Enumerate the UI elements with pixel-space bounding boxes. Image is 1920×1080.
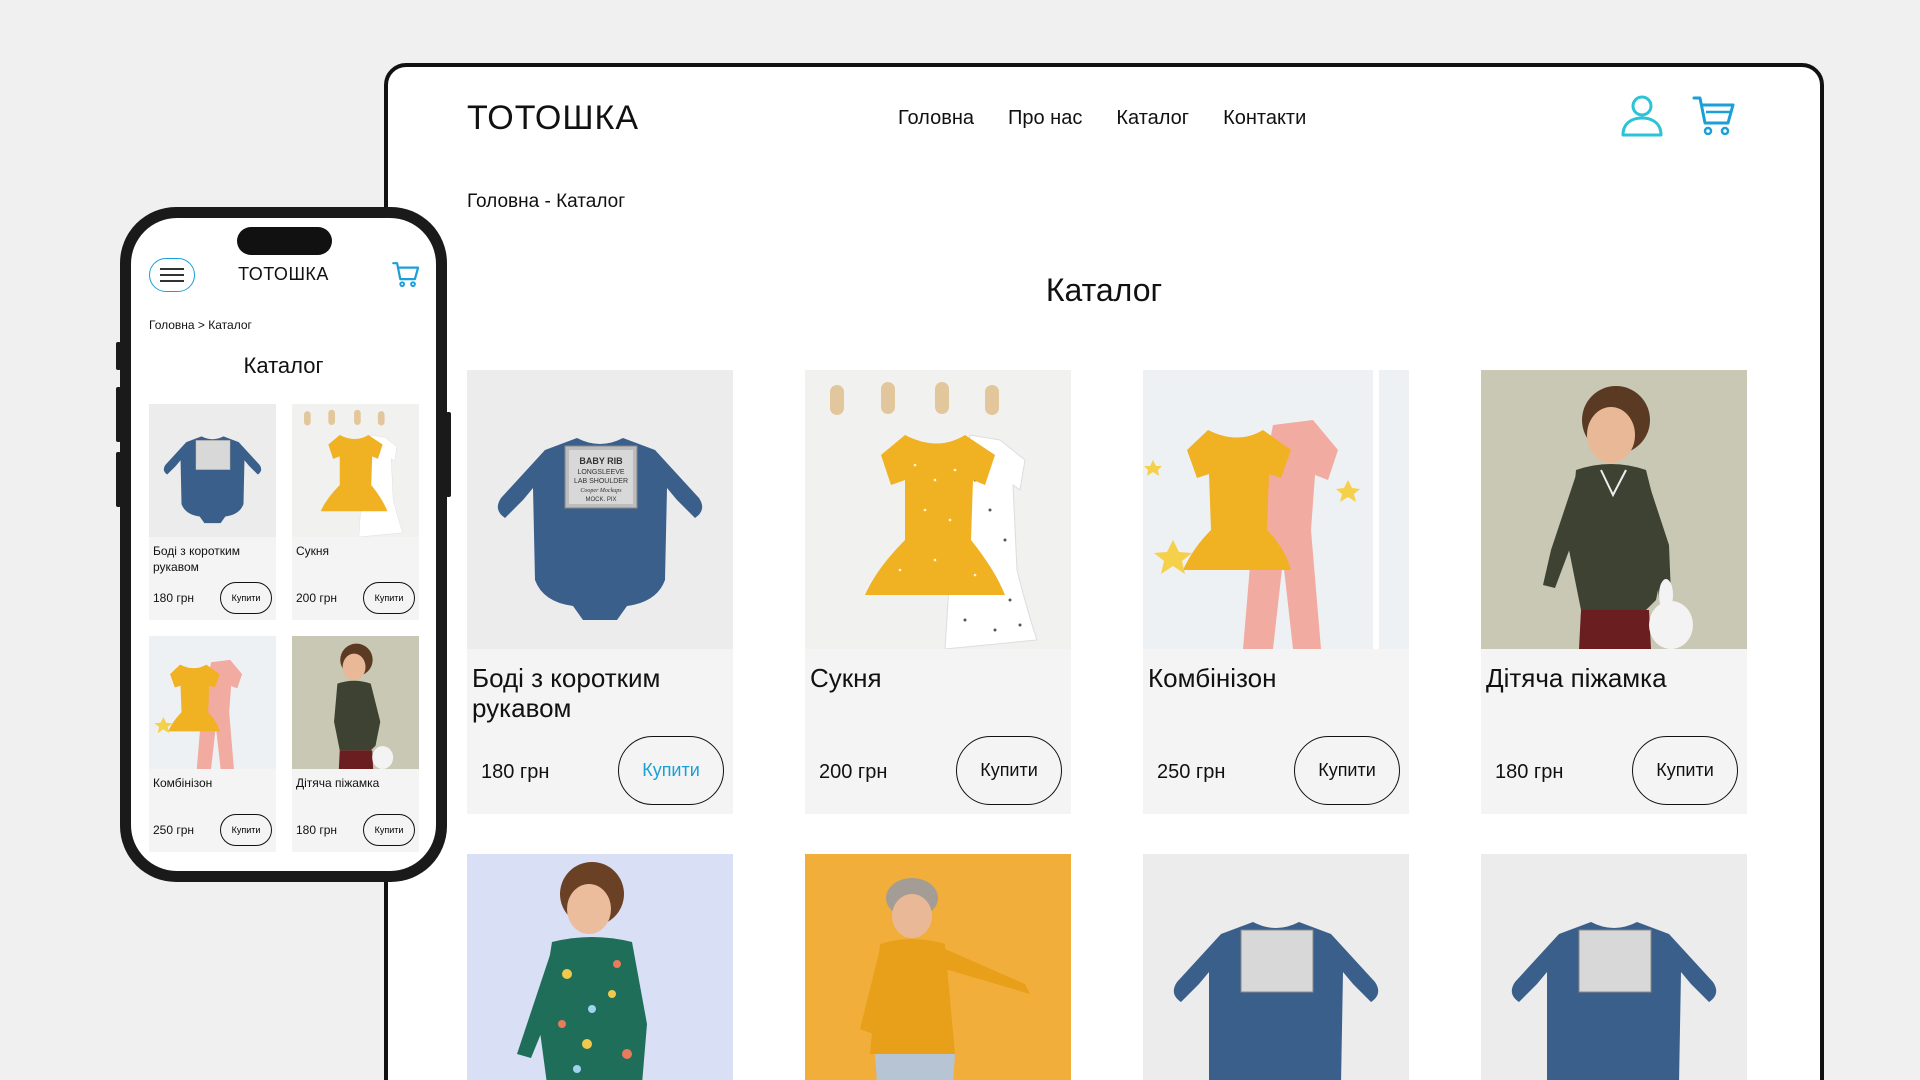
- breadcrumb[interactable]: Головна - Каталог: [467, 191, 625, 213]
- product-price: 200 грн: [819, 761, 888, 783]
- product-card[interactable]: Боді з коротким рукавом 180 грн Купити: [149, 404, 276, 620]
- mobile-screen: ТОТОШКА Головна > Каталог Каталог Боді з…: [131, 218, 436, 871]
- svg-text:MOCK. PIX: MOCK. PIX: [585, 497, 616, 503]
- product-card[interactable]: Комбінізон 250 грн Купити: [1143, 370, 1409, 814]
- svg-text:Cooper Mockups: Cooper Mockups: [580, 488, 622, 494]
- product-price: 180 грн: [481, 761, 550, 783]
- mobile-logo[interactable]: ТОТОШКА: [131, 264, 436, 285]
- product-card[interactable]: [467, 854, 733, 1080]
- product-card[interactable]: Дітяча піжамка 180 грн Купити: [1481, 370, 1747, 814]
- product-card[interactable]: [1481, 854, 1747, 1080]
- cart-icon[interactable]: [392, 260, 420, 288]
- product-name[interactable]: Комбінізон: [1148, 663, 1398, 693]
- buy-button[interactable]: Купити: [363, 814, 415, 846]
- mobile-page-title: Каталог: [243, 353, 324, 378]
- product-name[interactable]: Дітяча піжамка: [296, 775, 416, 791]
- product-name[interactable]: Дітяча піжамка: [1486, 663, 1736, 693]
- product-image-dress[interactable]: [805, 370, 1071, 649]
- cart-icon[interactable]: [1692, 93, 1736, 137]
- mobile-product-grid: Боді з коротким рукавом 180 грн Купити С…: [149, 404, 419, 852]
- product-image-pajamas[interactable]: [1481, 370, 1747, 649]
- phone-side-button: [446, 412, 451, 497]
- nav-item-about[interactable]: Про нас: [1008, 107, 1082, 130]
- product-price: 180 грн: [296, 823, 338, 837]
- buy-button[interactable]: Купити: [220, 582, 272, 614]
- product-price: 250 грн: [153, 823, 195, 837]
- product-image-dress[interactable]: [292, 404, 419, 537]
- buy-button[interactable]: Купити: [956, 736, 1062, 805]
- product-card[interactable]: [1143, 854, 1409, 1080]
- phone-side-button: [116, 387, 121, 442]
- product-image-sweater[interactable]: [805, 854, 1071, 1080]
- mockup-label-text: BABY RIB: [579, 456, 623, 466]
- product-image-bodysuit[interactable]: [1481, 854, 1747, 1080]
- product-name[interactable]: Комбінізон: [153, 775, 273, 791]
- product-card[interactable]: Сукня 200 грн Купити: [292, 404, 419, 620]
- product-price: 180 грн: [153, 591, 195, 605]
- page-title: Каталог: [1045, 272, 1163, 308]
- product-image-pajamas[interactable]: [292, 636, 419, 769]
- product-grid: BABY RIB LONGSLEEVE LAB SHOULDER Cooper …: [467, 370, 1747, 1080]
- dynamic-island: [237, 227, 332, 255]
- product-name[interactable]: Боді з коротким рукавом: [472, 663, 722, 723]
- product-name[interactable]: Сукня: [810, 663, 1060, 693]
- product-image-kid-print-pajamas[interactable]: [467, 854, 733, 1080]
- svg-text:LAB SHOULDER: LAB SHOULDER: [574, 478, 628, 485]
- product-card[interactable]: BABY RIB LONGSLEEVE LAB SHOULDER Cooper …: [467, 370, 733, 814]
- main-nav: Головна Про нас Каталог Контакти: [898, 107, 1306, 130]
- nav-item-catalog[interactable]: Каталог: [1116, 107, 1189, 130]
- site-logo[interactable]: ТОТОШКА: [467, 99, 639, 138]
- mobile-phone-frame: ТОТОШКА Головна > Каталог Каталог Боді з…: [116, 207, 451, 882]
- buy-button[interactable]: Купити: [363, 582, 415, 614]
- phone-side-button: [116, 452, 121, 507]
- product-price: 180 грн: [1495, 761, 1564, 783]
- product-card[interactable]: Дітяча піжамка 180 грн Купити: [292, 636, 419, 852]
- buy-button[interactable]: Купити: [220, 814, 272, 846]
- product-card[interactable]: [805, 854, 1071, 1080]
- phone-side-button: [116, 342, 121, 370]
- site-header: ТОТОШКА Головна Про нас Каталог Контакти: [388, 67, 1820, 177]
- svg-text:LONGSLEEVE: LONGSLEEVE: [577, 469, 624, 476]
- desktop-browser-frame: ТОТОШКА Головна Про нас Каталог Контакти…: [384, 63, 1824, 1080]
- product-card[interactable]: Комбінізон 250 грн Купити: [149, 636, 276, 852]
- product-image-jumpsuit[interactable]: [1143, 370, 1409, 649]
- product-price: 200 грн: [296, 591, 338, 605]
- nav-item-contacts[interactable]: Контакти: [1223, 107, 1306, 130]
- product-image-bodysuit[interactable]: BABY RIB LONGSLEEVE LAB SHOULDER Cooper …: [467, 370, 733, 649]
- buy-button[interactable]: Купити: [1294, 736, 1400, 805]
- nav-item-home[interactable]: Головна: [898, 107, 974, 130]
- header-icons: [1620, 93, 1736, 137]
- product-image-jumpsuit[interactable]: [149, 636, 276, 769]
- product-card[interactable]: Сукня 200 грн Купити: [805, 370, 1071, 814]
- buy-button[interactable]: Купити: [618, 736, 724, 805]
- product-image-bodysuit[interactable]: [1143, 854, 1409, 1080]
- product-image-bodysuit[interactable]: [149, 404, 276, 537]
- buy-button[interactable]: Купити: [1632, 736, 1738, 805]
- product-name[interactable]: Сукня: [296, 543, 416, 559]
- product-name[interactable]: Боді з коротким рукавом: [153, 543, 273, 575]
- user-icon[interactable]: [1620, 93, 1664, 137]
- mobile-breadcrumb[interactable]: Головна > Каталог: [149, 318, 252, 332]
- product-price: 250 грн: [1157, 761, 1226, 783]
